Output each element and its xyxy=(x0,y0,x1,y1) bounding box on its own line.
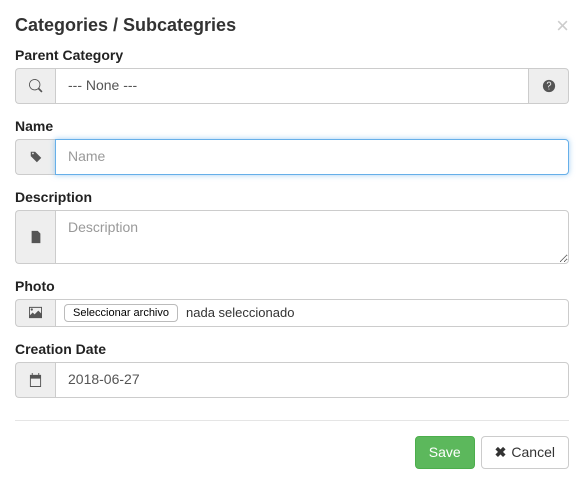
photo-label: Photo xyxy=(15,278,569,294)
close-icon: × xyxy=(556,13,569,38)
search-icon[interactable] xyxy=(15,68,55,104)
cancel-x-icon: ✖ xyxy=(495,444,507,461)
name-label: Name xyxy=(15,118,569,134)
save-button[interactable]: Save xyxy=(415,436,475,469)
creation-date-input[interactable] xyxy=(55,362,569,398)
file-select-button[interactable]: Seleccionar archivo xyxy=(64,304,178,322)
description-textarea[interactable] xyxy=(55,210,569,264)
parent-category-label: Parent Category xyxy=(15,47,569,63)
image-icon xyxy=(15,299,55,327)
close-button[interactable]: × xyxy=(556,15,569,37)
tag-icon xyxy=(15,139,55,175)
file-status-text: nada seleccionado xyxy=(186,305,294,320)
parent-category-input[interactable] xyxy=(55,68,529,104)
modal-title: Categories / Subcategries xyxy=(15,15,236,36)
name-input[interactable] xyxy=(55,139,569,175)
creation-date-label: Creation Date xyxy=(15,341,569,357)
description-label: Description xyxy=(15,189,569,205)
cancel-label: Cancel xyxy=(511,444,555,460)
photo-file-control[interactable]: Seleccionar archivo nada seleccionado xyxy=(55,299,569,327)
calendar-icon xyxy=(15,362,55,398)
document-icon xyxy=(15,210,55,264)
cancel-button[interactable]: ✖ Cancel xyxy=(481,436,569,469)
help-icon[interactable] xyxy=(529,68,569,104)
